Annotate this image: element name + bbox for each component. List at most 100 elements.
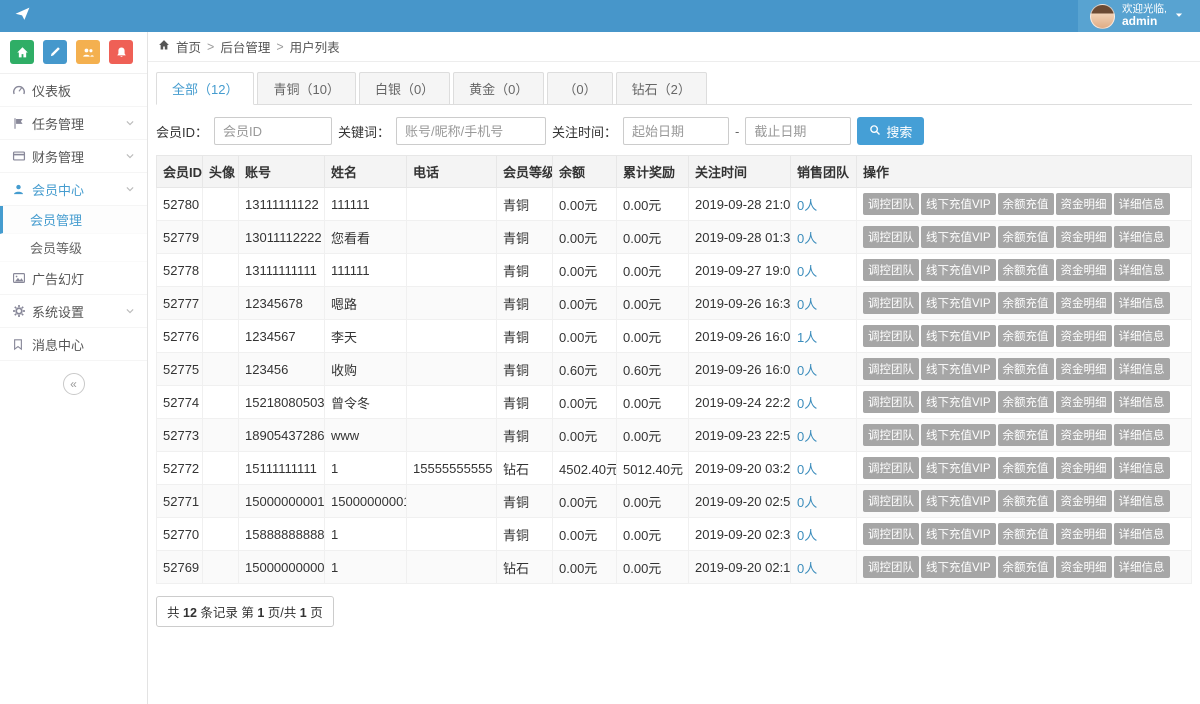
- tab-bronze[interactable]: 青铜（10）: [257, 72, 355, 105]
- sidebar-item-system-settings[interactable]: 系统设置: [0, 295, 147, 328]
- adjust-team-button[interactable]: 调控团队: [863, 193, 919, 215]
- adjust-team-button[interactable]: 调控团队: [863, 490, 919, 512]
- balance-recharge-button[interactable]: 余额充值: [998, 259, 1054, 281]
- balance-recharge-button[interactable]: 余额充值: [998, 358, 1054, 380]
- adjust-team-button[interactable]: 调控团队: [863, 226, 919, 248]
- offline-recharge-vip-button[interactable]: 线下充值VIP: [921, 358, 996, 380]
- adjust-team-button[interactable]: 调控团队: [863, 259, 919, 281]
- fund-details-button[interactable]: 资金明细: [1056, 523, 1112, 545]
- sidebar-collapse-button[interactable]: «: [63, 373, 85, 395]
- breadcrumb-home[interactable]: 首页: [176, 37, 201, 56]
- adjust-team-button[interactable]: 调控团队: [863, 523, 919, 545]
- sales-team-link[interactable]: 0人: [797, 297, 817, 312]
- detail-info-button[interactable]: 详细信息: [1114, 457, 1170, 479]
- balance-recharge-button[interactable]: 余额充值: [998, 523, 1054, 545]
- search-button[interactable]: 搜索: [857, 117, 924, 145]
- offline-recharge-vip-button[interactable]: 线下充值VIP: [921, 457, 996, 479]
- offline-recharge-vip-button[interactable]: 线下充值VIP: [921, 193, 996, 215]
- detail-info-button[interactable]: 详细信息: [1114, 226, 1170, 248]
- detail-info-button[interactable]: 详细信息: [1114, 358, 1170, 380]
- sales-team-link[interactable]: 0人: [797, 528, 817, 543]
- sidebar-subitem-member-level[interactable]: 会员等级: [0, 234, 147, 262]
- offline-recharge-vip-button[interactable]: 线下充值VIP: [921, 523, 996, 545]
- detail-info-button[interactable]: 详细信息: [1114, 490, 1170, 512]
- offline-recharge-vip-button[interactable]: 线下充值VIP: [921, 424, 996, 446]
- adjust-team-button[interactable]: 调控团队: [863, 457, 919, 479]
- adjust-team-button[interactable]: 调控团队: [863, 292, 919, 314]
- fund-details-button[interactable]: 资金明细: [1056, 325, 1112, 347]
- offline-recharge-vip-button[interactable]: 线下充值VIP: [921, 490, 996, 512]
- detail-info-button[interactable]: 详细信息: [1114, 391, 1170, 413]
- balance-recharge-button[interactable]: 余额充值: [998, 424, 1054, 446]
- sales-team-link[interactable]: 0人: [797, 561, 817, 576]
- balance-recharge-button[interactable]: 余额充值: [998, 193, 1054, 215]
- member-id-input[interactable]: [214, 117, 332, 145]
- balance-recharge-button[interactable]: 余额充值: [998, 490, 1054, 512]
- notifications-shortcut-button[interactable]: [109, 40, 133, 64]
- detail-info-button[interactable]: 详细信息: [1114, 292, 1170, 314]
- sidebar-item-ad-slides[interactable]: 广告幻灯: [0, 262, 147, 295]
- fund-details-button[interactable]: 资金明细: [1056, 358, 1112, 380]
- keyword-input[interactable]: [396, 117, 546, 145]
- sales-team-link[interactable]: 0人: [797, 429, 817, 444]
- start-date-input[interactable]: [623, 117, 729, 145]
- sidebar-item-tasks[interactable]: 任务管理: [0, 107, 147, 140]
- edit-shortcut-button[interactable]: [43, 40, 67, 64]
- balance-recharge-button[interactable]: 余额充值: [998, 325, 1054, 347]
- tab-diamond[interactable]: 钻石（2）: [616, 72, 707, 105]
- tab-platinum[interactable]: （0）: [547, 72, 612, 105]
- sales-team-link[interactable]: 0人: [797, 396, 817, 411]
- users-shortcut-button[interactable]: [76, 40, 100, 64]
- offline-recharge-vip-button[interactable]: 线下充值VIP: [921, 292, 996, 314]
- sidebar-subitem-member-management[interactable]: 会员管理: [0, 206, 147, 234]
- fund-details-button[interactable]: 资金明细: [1056, 391, 1112, 413]
- fund-details-button[interactable]: 资金明细: [1056, 490, 1112, 512]
- offline-recharge-vip-button[interactable]: 线下充值VIP: [921, 259, 996, 281]
- tab-silver[interactable]: 白银（0）: [359, 72, 450, 105]
- sidebar-item-member-center[interactable]: 会员中心: [0, 173, 147, 206]
- tab-gold[interactable]: 黄金（0）: [453, 72, 544, 105]
- sales-team-link[interactable]: 1人: [797, 330, 817, 345]
- offline-recharge-vip-button[interactable]: 线下充值VIP: [921, 391, 996, 413]
- balance-recharge-button[interactable]: 余额充值: [998, 226, 1054, 248]
- sidebar-item-finance[interactable]: 财务管理: [0, 140, 147, 173]
- adjust-team-button[interactable]: 调控团队: [863, 391, 919, 413]
- sidebar-item-message-center[interactable]: 消息中心: [0, 328, 147, 361]
- detail-info-button[interactable]: 详细信息: [1114, 193, 1170, 215]
- offline-recharge-vip-button[interactable]: 线下充值VIP: [921, 325, 996, 347]
- sales-team-link[interactable]: 0人: [797, 264, 817, 279]
- balance-recharge-button[interactable]: 余额充值: [998, 292, 1054, 314]
- sales-team-link[interactable]: 0人: [797, 462, 817, 477]
- fund-details-button[interactable]: 资金明细: [1056, 457, 1112, 479]
- fund-details-button[interactable]: 资金明细: [1056, 424, 1112, 446]
- sales-team-link[interactable]: 0人: [797, 363, 817, 378]
- home-shortcut-button[interactable]: [10, 40, 34, 64]
- adjust-team-button[interactable]: 调控团队: [863, 325, 919, 347]
- sidebar-item-dashboard[interactable]: 仪表板: [0, 74, 147, 107]
- user-menu[interactable]: 欢迎光临, admin: [1078, 0, 1200, 32]
- sales-team-link[interactable]: 0人: [797, 231, 817, 246]
- balance-recharge-button[interactable]: 余额充值: [998, 391, 1054, 413]
- adjust-team-button[interactable]: 调控团队: [863, 424, 919, 446]
- breadcrumb-backend[interactable]: 后台管理: [220, 37, 270, 56]
- fund-details-button[interactable]: 资金明细: [1056, 556, 1112, 578]
- sales-team-link[interactable]: 0人: [797, 495, 817, 510]
- tab-all[interactable]: 全部（12）: [156, 72, 254, 105]
- offline-recharge-vip-button[interactable]: 线下充值VIP: [921, 226, 996, 248]
- adjust-team-button[interactable]: 调控团队: [863, 556, 919, 578]
- fund-details-button[interactable]: 资金明细: [1056, 226, 1112, 248]
- balance-recharge-button[interactable]: 余额充值: [998, 556, 1054, 578]
- fund-details-button[interactable]: 资金明细: [1056, 193, 1112, 215]
- detail-info-button[interactable]: 详细信息: [1114, 259, 1170, 281]
- detail-info-button[interactable]: 详细信息: [1114, 523, 1170, 545]
- adjust-team-button[interactable]: 调控团队: [863, 358, 919, 380]
- sales-team-link[interactable]: 0人: [797, 198, 817, 213]
- fund-details-button[interactable]: 资金明细: [1056, 292, 1112, 314]
- detail-info-button[interactable]: 详细信息: [1114, 424, 1170, 446]
- fund-details-button[interactable]: 资金明细: [1056, 259, 1112, 281]
- offline-recharge-vip-button[interactable]: 线下充值VIP: [921, 556, 996, 578]
- balance-recharge-button[interactable]: 余额充值: [998, 457, 1054, 479]
- detail-info-button[interactable]: 详细信息: [1114, 325, 1170, 347]
- end-date-input[interactable]: [745, 117, 851, 145]
- detail-info-button[interactable]: 详细信息: [1114, 556, 1170, 578]
